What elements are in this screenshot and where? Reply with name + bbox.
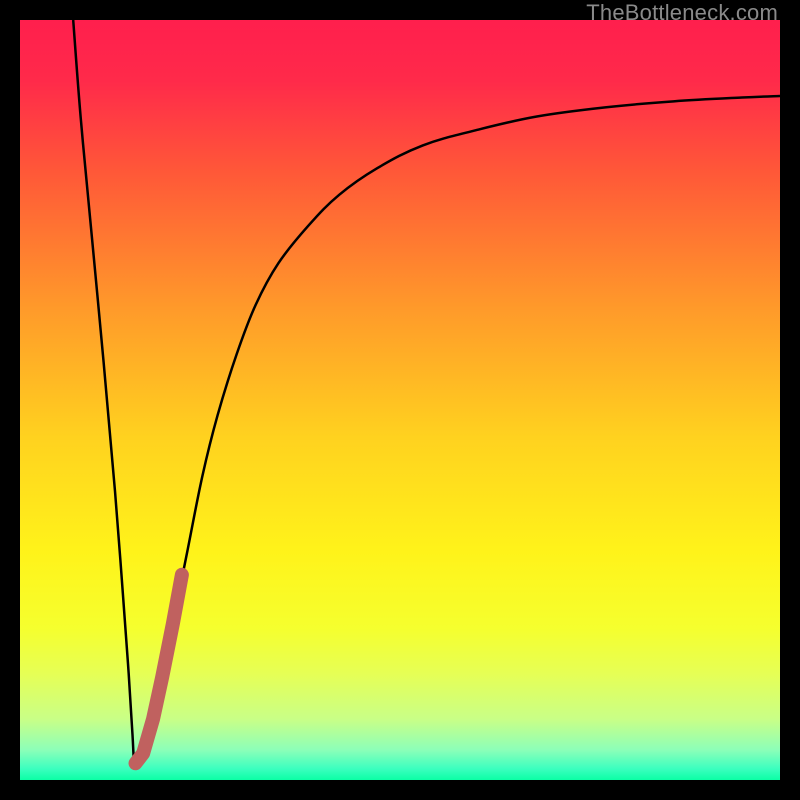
chart-frame: TheBottleneck.com [0,0,800,800]
chart-svg [20,20,780,780]
highlight-segment [136,575,182,763]
plot-area [20,20,780,780]
bottleneck-curve [73,20,780,765]
watermark-text: TheBottleneck.com [586,0,778,26]
